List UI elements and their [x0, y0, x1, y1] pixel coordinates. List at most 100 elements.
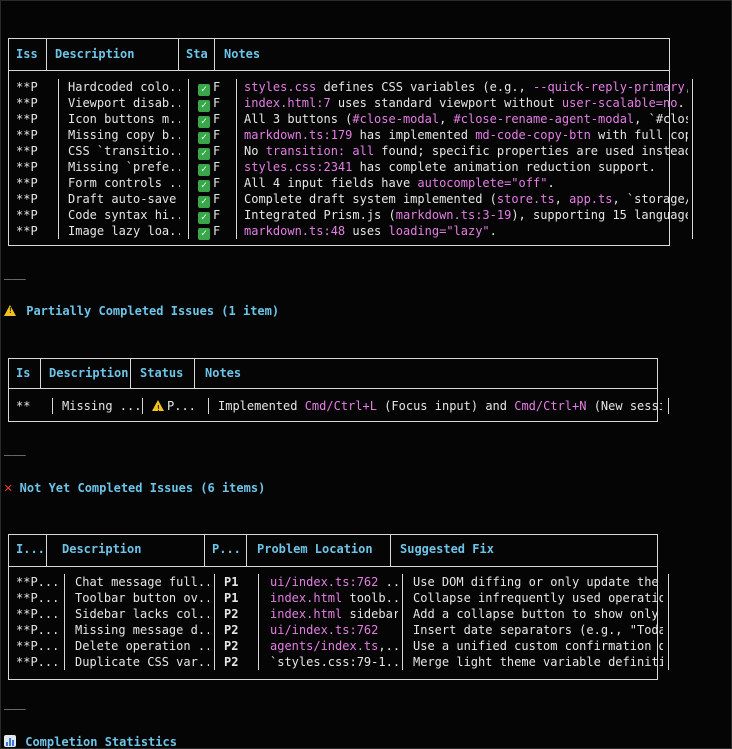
text-span: Implemented — [218, 399, 305, 413]
cell-divider — [188, 79, 189, 95]
cell-divider — [64, 606, 65, 622]
issue-notes: markdown.ts:179 has implemented md-code-… — [244, 127, 688, 143]
issue-priority: P2 — [224, 623, 239, 637]
issue-suggested-fix: Merge light theme variable definiti... — [413, 655, 663, 669]
col-header-notes: Notes — [224, 47, 261, 61]
cell-divider — [188, 175, 189, 191]
partial-section-heading: Partially Completed Issues (1 item) — [4, 304, 279, 318]
code-span: index.html — [270, 607, 343, 621]
cell-divider — [188, 143, 189, 159]
issue-notes: styles.css:2341 has complete animation r… — [244, 159, 688, 175]
text-span: toolb... — [349, 591, 398, 605]
issue-status: ✓ F — [198, 111, 236, 128]
issue-notes: Complete draft system implemented (store… — [244, 191, 688, 207]
issue-location: agents/index.ts,... — [270, 638, 398, 654]
text-span: . — [489, 224, 497, 238]
issue-description: Sidebar lacks col... — [75, 607, 209, 621]
cell-divider — [58, 127, 59, 143]
text-span: All 3 buttons ( — [244, 112, 353, 126]
cell-divider — [188, 159, 189, 175]
table-row: **P... Delete operation ... P2 agents/index… — [8, 638, 670, 654]
issue-description: Icon buttons m... — [68, 112, 180, 126]
col-header-notes: Notes — [205, 366, 242, 380]
table-row: **P Form controls ... ✓ F All 4 input fields… — [8, 175, 700, 192]
cell-divider — [236, 79, 237, 95]
code-span: Cmd/Ctrl+L — [304, 399, 377, 413]
cell-divider — [692, 223, 693, 239]
text-span: All 4 input fields have — [244, 176, 418, 190]
cell-divider — [64, 622, 65, 638]
warning-icon — [4, 305, 16, 316]
table-row: **P Image lazy loa... ✓ Fmarkdown.ts:48 use… — [8, 223, 700, 240]
cell-divider — [236, 223, 237, 239]
col-header-problem-location: Problem Location — [257, 542, 373, 556]
cell-divider — [692, 127, 693, 143]
issue-suggested-fix: Insert date separators (e.g., "Toda... — [413, 623, 663, 637]
col-header-description: Description — [49, 366, 129, 380]
code-span: app.ts — [569, 192, 613, 206]
issue-description: Draft auto-save — [68, 192, 177, 206]
cell-divider — [64, 638, 65, 654]
table-row: **P... Chat message full... P1 ui/index.ts:… — [8, 574, 670, 590]
table-row: ** Missing ... P... Implemented Cmd/Ctrl+L … — [8, 398, 670, 414]
cell-divider — [668, 574, 669, 590]
code-span: #close-rename-agent-modal — [453, 112, 635, 126]
code-span: autocomplete="off" — [417, 176, 548, 190]
cell-divider — [64, 574, 65, 590]
status-text: F — [213, 112, 221, 126]
cell-divider — [236, 127, 237, 143]
table-row: **P Draft auto-save ✓ F Complete draft syste… — [8, 191, 700, 208]
issue-location: index.html sidebar — [270, 606, 398, 622]
cell-divider — [142, 398, 143, 414]
issue-id: **P... — [16, 655, 60, 669]
issue-id: ** — [16, 399, 31, 413]
cell-divider — [188, 95, 189, 111]
issue-location: ui/index.ts:762 ... — [270, 574, 398, 590]
text-span: uses standard viewport without — [330, 96, 562, 110]
col-header-priority: P... — [212, 542, 241, 556]
issue-status: ✓ F — [198, 127, 236, 144]
table-row: **P CSS `transitio... ✓ F No transition: all… — [8, 143, 700, 160]
issue-notes: markdown.ts:48 uses loading="lazy". — [244, 223, 688, 239]
text-span: , `storage/in... — [612, 192, 688, 206]
cell-divider — [692, 111, 693, 127]
cell-divider — [692, 175, 693, 191]
cell-divider — [668, 622, 669, 638]
separator: ——— — [4, 272, 26, 286]
issue-notes: All 4 input fields have autocomplete="of… — [244, 175, 688, 191]
table-row: **P Code syntax hi... ✓ F Integrated Prism.j… — [8, 207, 700, 224]
text-span: found; specific properties are used inst… — [374, 144, 688, 158]
cell-divider — [64, 654, 65, 670]
status-text: F — [213, 192, 221, 206]
issue-description: Chat message full... — [75, 575, 209, 589]
text-span: . — [547, 176, 555, 190]
cell-divider — [214, 606, 215, 622]
cell-divider — [692, 79, 693, 95]
cell-divider — [58, 175, 59, 191]
warning-icon — [152, 400, 164, 414]
cell-divider — [188, 127, 189, 143]
issue-notes: No transition: all found; specific prope… — [244, 143, 688, 159]
text-span: , — [439, 112, 454, 126]
cell-divider — [214, 622, 215, 638]
code-span: transition: all — [265, 144, 375, 158]
text-span: Integrated Prism.js ( — [244, 208, 396, 222]
cell-divider — [692, 143, 693, 159]
table-row: **P Viewport disab... ✓ F index.html:7 uses … — [8, 95, 700, 112]
table-row: **P... Toolbar button ov... P1 index.html t… — [8, 590, 670, 606]
status-text: P... — [167, 399, 196, 413]
cell-divider — [668, 606, 669, 622]
issue-status: ✓ F — [198, 207, 236, 224]
cell-divider — [236, 95, 237, 111]
issue-notes: Implemented Cmd/Ctrl+L (Focus input) and… — [218, 398, 662, 414]
code-span: loading="lazy" — [388, 224, 490, 238]
issue-id: **P — [16, 176, 38, 190]
cell-divider — [258, 574, 259, 590]
issue-id: **P... — [16, 639, 60, 653]
issue-priority: P2 — [224, 639, 239, 653]
code-span: ui/index.ts:762 — [270, 575, 379, 589]
issue-priority: P2 — [224, 655, 239, 669]
cell-divider — [236, 111, 237, 127]
code-span: ui/index.ts:762 — [270, 623, 379, 637]
status-text: F — [213, 96, 221, 110]
